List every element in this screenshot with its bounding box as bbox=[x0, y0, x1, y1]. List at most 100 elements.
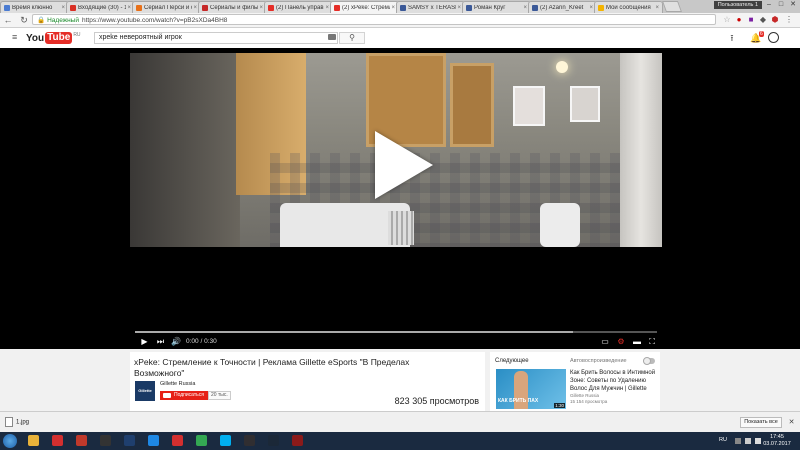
settings-gear-icon[interactable]: ⚙ bbox=[616, 337, 626, 346]
taskbar-photoshop-icon[interactable] bbox=[120, 434, 138, 448]
taskbar-folder-icon[interactable] bbox=[24, 434, 42, 448]
time-display: 0:00 / 0:30 bbox=[186, 338, 217, 345]
tab-close-icon[interactable]: × bbox=[325, 5, 329, 11]
volume-icon[interactable]: 🔊 bbox=[171, 337, 181, 346]
avatar[interactable] bbox=[768, 32, 779, 43]
tab-favicon-icon bbox=[136, 4, 142, 11]
taskbar-skype-icon[interactable] bbox=[216, 434, 234, 448]
next-video-thumbnail[interactable]: КАК БРИТЬ ПАХ 1:30 bbox=[496, 369, 566, 409]
tray-up-icon[interactable] bbox=[735, 438, 741, 444]
browser-menu-icon[interactable]: ⋮ bbox=[784, 15, 794, 25]
view-count: 823 305 просмотров bbox=[394, 396, 479, 406]
network-icon[interactable] bbox=[745, 438, 751, 444]
extension-stop-icon[interactable]: ⬢ bbox=[770, 15, 780, 25]
guide-menu-icon[interactable]: ≡ bbox=[12, 33, 20, 42]
taskbar-obs-icon[interactable] bbox=[240, 434, 258, 448]
search-input[interactable]: xpeke невероятный игрок bbox=[94, 32, 338, 44]
show-all-downloads-button[interactable]: Показать все bbox=[740, 417, 782, 428]
browser-tab[interactable]: (2) Azarin_Kreet × bbox=[528, 1, 597, 13]
subscribe-button[interactable]: Подписаться bbox=[160, 391, 208, 400]
language-indicator[interactable]: RU bbox=[719, 437, 727, 443]
browser-tab[interactable]: Входящие (30) - 1 × bbox=[66, 1, 135, 13]
progress-bar[interactable] bbox=[135, 331, 657, 333]
tab-favicon-icon bbox=[70, 4, 76, 11]
new-tab-button[interactable] bbox=[661, 1, 683, 12]
video-title: xPeke: Стремление к Точности | Реклама G… bbox=[134, 357, 410, 378]
theater-mode-icon[interactable]: ▬ bbox=[632, 337, 642, 346]
taskbar-download-icon[interactable] bbox=[48, 434, 66, 448]
url-field[interactable]: 🔒 Надежный https://www.youtube.com/watch?v… bbox=[32, 14, 716, 25]
tab-strip: Время клюнно × Входящие (30) - 1 × Сериал Пе… bbox=[0, 0, 800, 13]
tab-label: (2) xPeke: Стремле bbox=[342, 4, 391, 11]
taskbar-clock[interactable]: 17:45 03.07.2017 bbox=[762, 434, 792, 448]
address-bar-row: ← ↻ 🔒 Надежный https://www.youtube.com/wat… bbox=[0, 13, 800, 28]
back-icon[interactable]: ← bbox=[3, 15, 13, 25]
youtube-header: ≡ You Tube RU xpeke невероятный игрок ⚲ ⭱ … bbox=[0, 28, 800, 49]
file-icon bbox=[5, 417, 13, 427]
tab-close-icon[interactable]: × bbox=[655, 5, 659, 11]
play-icon[interactable]: ▶ bbox=[140, 337, 149, 346]
extension-adblock-icon[interactable]: ◆ bbox=[758, 15, 768, 25]
taskbar-opera-icon[interactable] bbox=[168, 434, 186, 448]
tab-label: SAMSY x TERASHI bbox=[408, 4, 457, 11]
autoplay-toggle[interactable] bbox=[643, 357, 655, 365]
profile-button[interactable]: Пользователь 1 bbox=[713, 1, 762, 9]
channel-logo[interactable]: Gillette bbox=[135, 381, 155, 401]
channel-name[interactable]: Gillette Russia bbox=[160, 381, 195, 387]
tab-close-icon[interactable]: × bbox=[127, 5, 131, 11]
browser-tab[interactable]: Сериал Перси и с × bbox=[132, 1, 201, 13]
start-button[interactable] bbox=[3, 434, 17, 448]
taskbar-chrome-icon[interactable] bbox=[192, 434, 210, 448]
extension-opera-icon[interactable]: ● bbox=[734, 15, 744, 25]
browser-tab[interactable]: SAMSY x TERASHI × bbox=[396, 1, 465, 13]
thumbnail-text: КАК БРИТЬ ПАХ bbox=[498, 398, 539, 404]
taskbar-terminal-icon[interactable] bbox=[96, 434, 114, 448]
browser-tab[interactable]: (2) Панель управ × bbox=[264, 1, 333, 13]
reload-icon[interactable]: ↻ bbox=[19, 15, 29, 25]
tab-label: Время клюнно bbox=[12, 4, 53, 11]
tab-favicon-icon bbox=[400, 4, 406, 11]
tab-close-icon[interactable]: × bbox=[457, 5, 461, 11]
up-next-label: Следующее bbox=[495, 358, 529, 364]
upload-icon[interactable]: ⭱ bbox=[727, 33, 737, 43]
bookmark-star-icon[interactable]: ☆ bbox=[722, 15, 732, 25]
tab-favicon-icon bbox=[598, 4, 604, 11]
minimize-icon[interactable]: – bbox=[764, 1, 774, 9]
extension-icon[interactable]: ■ bbox=[746, 15, 756, 25]
tab-close-icon[interactable]: × bbox=[193, 5, 197, 11]
tab-close-icon[interactable]: × bbox=[259, 5, 263, 11]
tab-close-icon[interactable]: × bbox=[589, 5, 593, 11]
close-window-icon[interactable]: ✕ bbox=[788, 1, 798, 9]
fullscreen-icon[interactable]: ⛶ bbox=[647, 337, 657, 346]
youtube-logo[interactable]: You Tube RU bbox=[26, 32, 81, 44]
browser-tab[interactable]: Сериалы и фильм × bbox=[198, 1, 267, 13]
tab-favicon-icon bbox=[334, 4, 340, 11]
tab-favicon-icon bbox=[4, 4, 10, 11]
browser-tab[interactable]: Роман Круг × bbox=[462, 1, 531, 13]
tab-favicon-icon bbox=[532, 4, 538, 11]
volume-tray-icon[interactable] bbox=[755, 438, 761, 444]
keyboard-icon[interactable] bbox=[328, 34, 336, 40]
subtitles-icon[interactable]: ▭ bbox=[600, 337, 610, 346]
close-download-bar-icon[interactable]: ✕ bbox=[787, 417, 796, 428]
taskbar-app-icon[interactable] bbox=[72, 434, 90, 448]
big-play-icon[interactable] bbox=[375, 131, 433, 199]
tab-close-icon[interactable]: × bbox=[391, 5, 395, 11]
taskbar-ie-icon[interactable] bbox=[144, 434, 162, 448]
tab-close-icon[interactable]: × bbox=[523, 5, 527, 11]
taskbar-steam-icon[interactable] bbox=[264, 434, 282, 448]
browser-tab[interactable]: (2) xPeke: Стремле × bbox=[330, 1, 399, 13]
browser-tab[interactable]: Время клюнно × bbox=[0, 1, 69, 13]
taskbar-app2-icon[interactable] bbox=[288, 434, 306, 448]
url-text: https://www.youtube.com/watch?v=pB2sXDa4… bbox=[81, 17, 228, 24]
search-button[interactable]: ⚲ bbox=[339, 32, 365, 44]
next-icon[interactable]: ⏭ bbox=[156, 337, 165, 346]
progress-loaded bbox=[135, 331, 574, 333]
next-video-title[interactable]: Как Брить Волосы в Интимной Зоне: Советы… bbox=[570, 369, 658, 393]
tab-close-icon[interactable]: × bbox=[61, 5, 65, 11]
maximize-icon[interactable]: □ bbox=[776, 1, 786, 9]
browser-tab[interactable]: Мои сообщения × bbox=[594, 1, 663, 13]
download-item[interactable]: 1.jpg bbox=[5, 417, 45, 428]
taskbar: RU 17:45 03.07.2017 bbox=[0, 432, 800, 450]
tab-label: Входящие (30) - 1 bbox=[78, 4, 127, 11]
